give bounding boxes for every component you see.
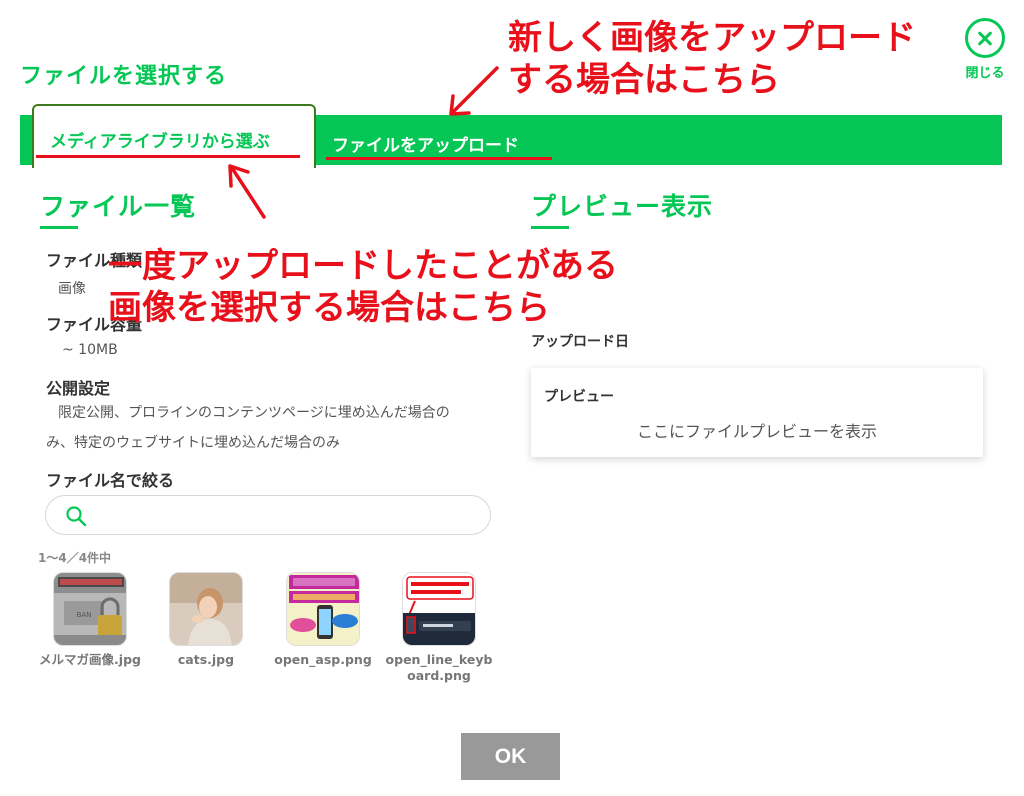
annotation-arrows [228, 66, 499, 219]
annotation-select-line2: 画像を選択する場合はこちら [108, 288, 550, 328]
annotation-upload-line2: する場合はこちら [508, 60, 780, 100]
